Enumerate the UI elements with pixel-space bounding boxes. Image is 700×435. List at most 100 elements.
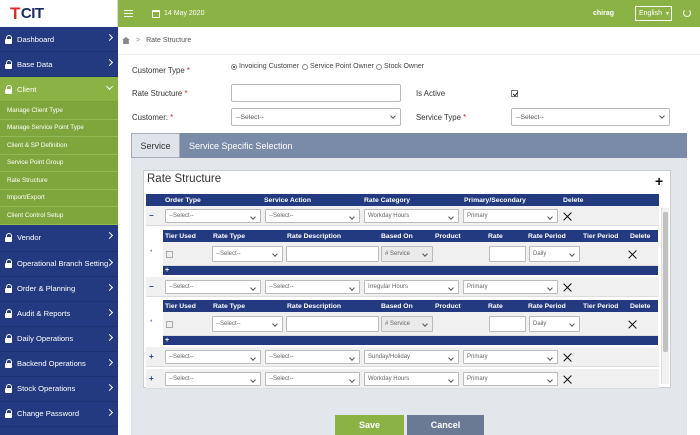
service-action-select[interactable]: --Select-- [265,280,360,294]
nav-audit-reports[interactable]: Audit & Reports [0,302,118,327]
rate-type-select[interactable]: --Select-- [212,316,283,332]
add-row-icon[interactable]: + [655,173,663,189]
save-button[interactable]: Save [335,415,404,435]
order-type-select[interactable]: --Select-- [165,350,261,364]
collapse-toggle[interactable]: − [149,211,154,220]
hamburger-menu-icon[interactable] [124,10,133,17]
tier-used-checkbox[interactable] [166,251,173,258]
row-marker: * [150,250,153,256]
chevron-right-icon [105,383,114,391]
tier-used-checkbox[interactable] [166,321,173,328]
username[interactable]: chirag [593,10,614,17]
based-on-select[interactable]: # Service [381,316,433,332]
service-action-select[interactable]: --Select-- [265,372,360,386]
nav-vendor[interactable]: Vendor [0,225,118,252]
radio-invoicing-customer[interactable]: Invoicing Customer [231,63,299,70]
lock-icon [5,409,13,418]
cancel-button[interactable]: Cancel [407,415,484,435]
primary-secondary-select[interactable]: Primary [463,350,558,364]
inner-table-header: Tier Used Rate Type Rate Description Based … [163,230,658,242]
expand-toggle[interactable]: + [149,374,154,383]
lock-icon [5,84,13,94]
delete-icon[interactable] [563,353,572,362]
service-action-select[interactable]: --Select-- [265,209,360,223]
order-type-select[interactable]: --Select-- [165,209,261,223]
sub-manage-service-point-type[interactable]: Manage Service Point Type [0,119,118,137]
nav-daily-operations[interactable]: Daily Operations [0,327,118,352]
inner-table-header: Tier Used Rate Type Rate Description Based … [163,300,658,312]
nav-backend-operations[interactable]: Backend Operations [0,352,118,377]
sub-client-sp-definition[interactable]: Client & SP Definition [0,137,118,155]
rate-description-input[interactable] [286,316,379,332]
nav-operational-branch-setting[interactable]: Operational Branch Setting [0,252,118,277]
delete-icon[interactable] [563,375,572,384]
tab-service-specific-selection[interactable]: Service Specific Selection [189,133,293,158]
nav-base-data[interactable]: Base Data [0,52,118,77]
primary-secondary-select[interactable]: Primary [463,372,558,386]
rate-type-select[interactable]: --Select-- [212,246,283,262]
row-marker: * [150,320,153,326]
tab-service[interactable]: Service [131,133,180,158]
chevron-down-icon [105,82,114,91]
collapse-toggle[interactable]: − [149,282,154,291]
power-icon[interactable] [683,9,691,17]
nav-stock-operations[interactable]: Stock Operations [0,377,118,402]
current-date: 14 May 2020 [164,10,205,17]
nav-client[interactable]: Client [0,77,118,102]
radio-service-point-owner[interactable]: Service Point Owner [302,63,374,70]
rate-structure-title: Rate Structure [147,173,222,185]
table-scrollbar[interactable] [661,208,669,384]
sub-client-control-setup[interactable]: Client Control Setup [0,207,118,225]
nav-order-planning[interactable]: Order & Planning [0,277,118,302]
expand-toggle[interactable]: + [149,352,154,361]
nav-dashboard[interactable]: Dashboard [0,27,118,52]
breadcrumb-current: Rate Structure [146,37,192,44]
radio-empty-icon [376,63,382,70]
is-active-checkbox[interactable] [511,90,518,97]
delete-icon[interactable] [563,212,572,221]
rate-input[interactable] [489,316,526,332]
order-type-select[interactable]: --Select-- [165,280,261,294]
sub-rate-structure[interactable]: Rate Structure [0,172,118,190]
home-icon[interactable] [122,37,130,44]
chevron-right-icon [105,308,114,316]
rate-category-select[interactable]: Irregular Hours [364,280,459,294]
add-tier-button[interactable]: + [163,336,658,345]
service-action-select[interactable]: --Select-- [265,350,360,364]
lock-icon [5,359,13,368]
sub-import-export[interactable]: Import/Export [0,189,118,207]
order-type-select[interactable]: --Select-- [165,372,261,386]
logo[interactable]: T CIT [0,0,118,27]
rate-period-select[interactable]: Daily [529,246,580,262]
rate-structure-input[interactable] [231,84,401,102]
delete-icon[interactable] [628,320,637,329]
rate-category-select[interactable]: Sunday/Holiday [364,350,459,364]
service-type-select[interactable]: --Select-- [511,108,670,126]
customer-type-label: Customer Type * [132,66,190,75]
chevron-right-icon [105,283,114,291]
chevron-right-icon [105,258,114,266]
primary-secondary-select[interactable]: Primary [463,209,558,223]
rate-input[interactable] [489,246,526,262]
primary-secondary-select[interactable]: Primary [463,280,558,294]
rate-category-select[interactable]: Workday Hours [364,209,459,223]
sub-manage-client-type[interactable]: Manage Client Type [0,102,118,120]
scrollbar-thumb[interactable] [663,212,668,352]
rate-structure-label: Rate Structure * [132,89,188,98]
add-tier-button[interactable]: + [163,266,658,275]
delete-icon[interactable] [563,283,572,292]
rate-period-select[interactable]: Daily [529,316,580,332]
rate-category-select[interactable]: Workday Hours [364,372,459,386]
customer-select[interactable]: --Select-- [231,108,401,126]
radio-stock-owner[interactable]: Stock Owner [376,63,424,70]
delete-icon[interactable] [628,250,637,259]
breadcrumb: > Rate Structure [118,27,700,55]
lock-icon [5,259,13,268]
language-select[interactable]: English ▼ [635,6,672,21]
chevron-right-icon [105,358,114,366]
rate-description-input[interactable] [286,246,379,262]
based-on-select[interactable]: # Service [381,246,433,262]
sub-service-point-group[interactable]: Service Point Group [0,154,118,172]
nav-change-password[interactable]: Change Password [0,402,118,427]
radio-empty-icon [302,63,308,70]
